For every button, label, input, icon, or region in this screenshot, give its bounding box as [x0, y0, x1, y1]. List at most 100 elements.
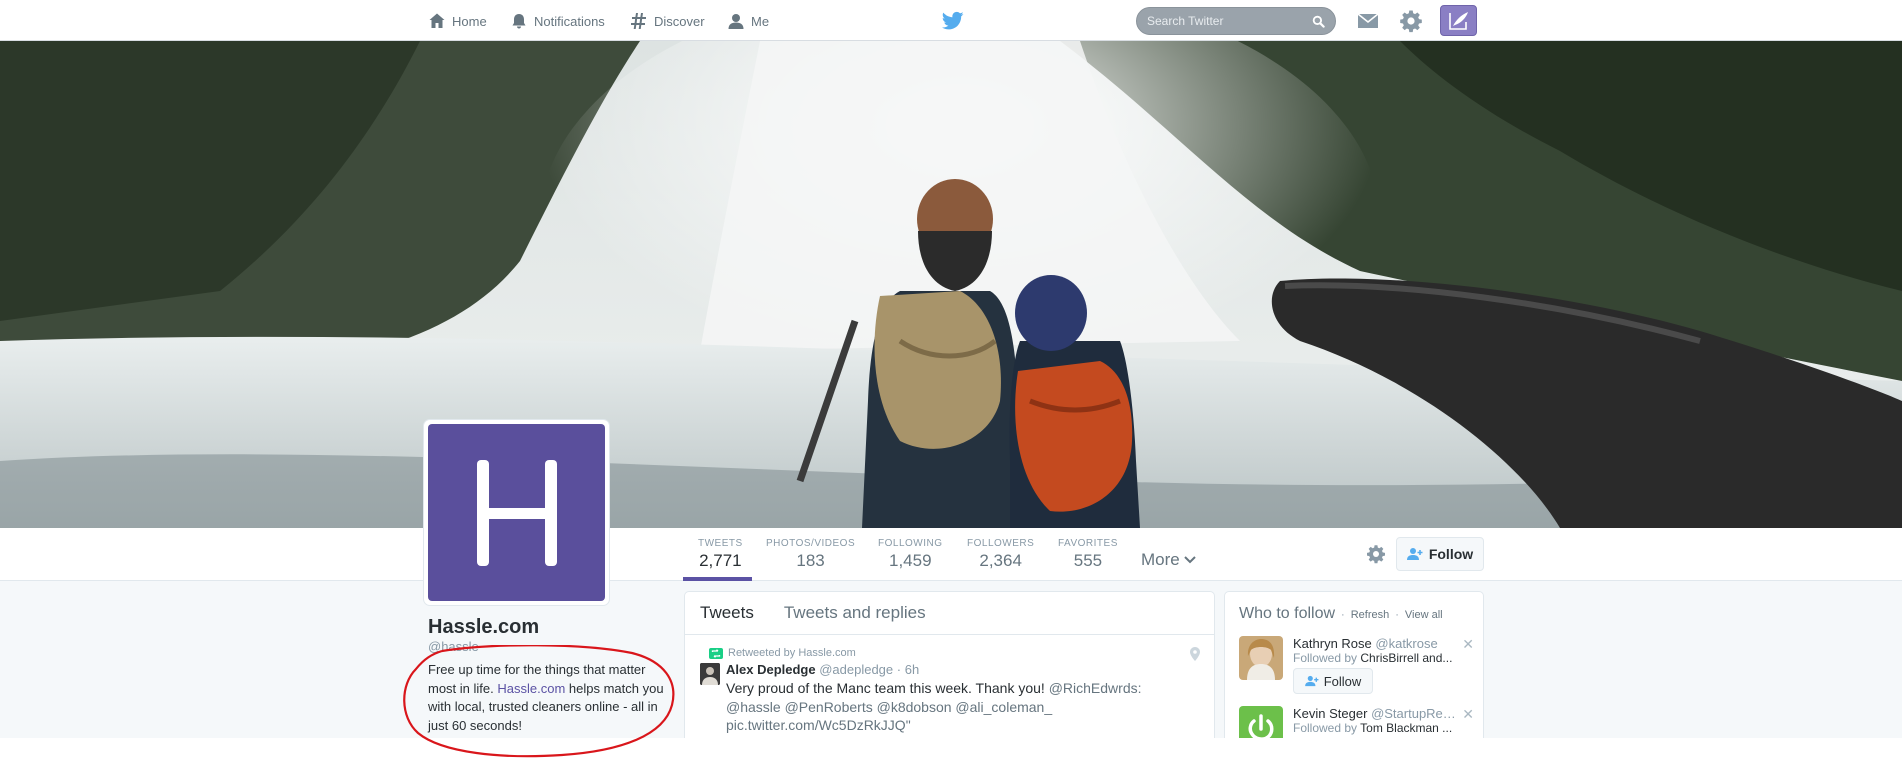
kathryn-photo-icon — [1239, 636, 1283, 680]
nav-home[interactable]: Home — [428, 10, 487, 32]
nav-discover[interactable]: Discover — [630, 10, 705, 32]
profile-bio: Free up time for the things that matter … — [428, 661, 668, 735]
nav-notifications[interactable]: Notifications — [510, 10, 605, 32]
timeline-tabs: Tweets Tweets and replies — [685, 592, 1214, 635]
power-button-logo-icon — [1239, 706, 1283, 738]
tweet-author-handle[interactable]: @adepledge — [819, 662, 893, 677]
waterfall-hikers-photo — [0, 41, 1902, 528]
followed-by-names[interactable]: Tom Blackman ... — [1360, 721, 1452, 735]
search-input[interactable] — [1147, 14, 1307, 28]
home-icon — [429, 13, 445, 28]
who-to-follow-separator-1: · — [1341, 609, 1345, 621]
stat-followers-value: 2,364 — [979, 551, 1022, 570]
twitter-bird-icon[interactable] — [942, 11, 964, 31]
suggestion-follow-button[interactable]: Follow — [1293, 668, 1373, 694]
nav-me[interactable]: Me — [727, 10, 769, 32]
more-dropdown[interactable]: More — [1141, 550, 1196, 570]
tweet-pic-link[interactable]: pic.twitter.com/Wc5DzRkJJQ" — [726, 717, 911, 733]
bio-link[interactable]: Hassle.com — [497, 681, 565, 696]
author-photo-icon — [700, 663, 720, 685]
follow-button[interactable]: Follow — [1396, 537, 1484, 571]
page-bottom-edge — [0, 738, 1902, 760]
suggestion-followed-by: Followed by ChrisBirrell and... — [1293, 651, 1458, 665]
dismiss-suggestion-icon[interactable]: ✕ — [1462, 706, 1474, 723]
tweet-text-line1: Very proud of the Manc team this week. T… — [726, 680, 1049, 696]
followed-by-names[interactable]: ChrisBirrell and... — [1360, 651, 1452, 665]
tweet-timestamp[interactable]: · 6h — [897, 662, 919, 677]
profile-name[interactable]: Hassle.com — [428, 616, 539, 639]
who-to-follow-separator-2: · — [1395, 609, 1399, 621]
suggestion-name: Kevin Steger @StartupRepo... — [1293, 706, 1458, 721]
gear-icon[interactable] — [1399, 9, 1423, 33]
follow-button-label: Follow — [1428, 546, 1474, 562]
tweets-timeline: Tweets Tweets and replies Retweeted by H… — [684, 591, 1215, 738]
search-box[interactable] — [1136, 7, 1336, 35]
compose-tweet-button[interactable] — [1440, 5, 1477, 36]
suggestion-avatar[interactable] — [1239, 636, 1283, 680]
tweet-mention-richedwrds[interactable]: @RichEdwrds: — [1049, 680, 1142, 696]
bell-icon — [512, 14, 526, 29]
suggestion-display-name[interactable]: Kathryn Rose — [1293, 636, 1372, 651]
suggestion-follow-label: Follow — [1323, 673, 1362, 689]
nav-notifications-label: Notifications — [534, 13, 605, 29]
hassle-logo — [428, 424, 605, 601]
hashtag-icon — [631, 13, 646, 29]
stat-tweets[interactable]: TWEETS 2,771 — [698, 538, 743, 571]
followed-by-prefix: Followed by — [1293, 721, 1361, 735]
stat-photos-videos-value: 183 — [796, 551, 825, 570]
search-icon[interactable] — [1312, 15, 1325, 28]
retweet-context: Retweeted by Hassle.com — [709, 647, 856, 659]
stat-tweets-value: 2,771 — [699, 551, 742, 570]
top-navigation-bar: Home Notifications Discover Me — [0, 0, 1902, 41]
location-pin-icon[interactable] — [1190, 647, 1200, 661]
view-all-link[interactable]: View all — [1405, 609, 1443, 621]
stat-followers-label: FOLLOWERS — [967, 538, 1035, 549]
nav-me-label: Me — [751, 13, 770, 29]
suggestion-followed-by: Followed by Tom Blackman ... — [1293, 721, 1458, 735]
suggestion-name: Kathryn Rose @katkrose — [1293, 636, 1458, 651]
profile-handle[interactable]: @hassle — [428, 639, 479, 654]
stat-favorites-label: FAVORITES — [1058, 538, 1118, 549]
nav-discover-label: Discover — [654, 13, 705, 29]
who-to-follow-module: Who to follow · Refresh · View all Kathr… — [1224, 591, 1484, 738]
stat-photos-videos[interactable]: PHOTOS/VIDEOS 183 — [766, 538, 855, 571]
profile-header-image — [0, 41, 1902, 528]
tweet-header: Alex Depledge @adepledge · 6h — [726, 662, 919, 677]
stat-following-label: FOLLOWING — [878, 538, 943, 549]
tweet-item[interactable]: Retweeted by Hassle.com Alex Depledge @a… — [685, 635, 1214, 738]
stat-following-value: 1,459 — [888, 551, 932, 570]
stat-followers[interactable]: FOLLOWERS 2,364 — [967, 538, 1034, 571]
suggestion-kathryn-rose: Kathryn Rose @katkrose Followed by Chris… — [1239, 636, 1474, 696]
suggestion-display-name[interactable]: Kevin Steger — [1293, 706, 1367, 721]
retweeted-by-text[interactable]: Retweeted by Hassle.com — [728, 647, 856, 659]
stat-favorites-value: 555 — [1073, 551, 1103, 570]
stat-favorites[interactable]: FAVORITES 555 — [1058, 538, 1118, 571]
more-label: More — [1141, 550, 1180, 569]
profile-avatar[interactable] — [424, 420, 609, 605]
stat-tweets-label: TWEETS — [698, 538, 743, 549]
tweet-mentions[interactable]: @hassle @PenRoberts @k8dobson @ali_colem… — [726, 699, 1052, 715]
who-to-follow-header: Who to follow · Refresh · View all — [1239, 605, 1443, 623]
follow-person-icon — [1304, 675, 1319, 687]
suggestion-avatar[interactable] — [1239, 706, 1283, 738]
refresh-link[interactable]: Refresh — [1351, 609, 1390, 621]
suggestion-handle[interactable]: @katkrose — [1375, 636, 1437, 651]
quill-icon — [1448, 11, 1468, 30]
dismiss-suggestion-icon[interactable]: ✕ — [1462, 636, 1474, 653]
tweet-author-avatar[interactable] — [700, 663, 720, 685]
suggestion-handle[interactable]: @StartupRepo... — [1371, 706, 1458, 721]
tweet-text: Very proud of the Manc team this week. T… — [726, 679, 1196, 735]
stat-following[interactable]: FOLLOWING 1,459 — [878, 538, 943, 571]
envelope-icon[interactable] — [1356, 9, 1380, 33]
avatar-letter-h — [476, 459, 557, 566]
profile-navigation: TWEETS 2,771 PHOTOS/VIDEOS 183 FOLLOWING… — [0, 528, 1902, 581]
person-icon — [728, 14, 744, 29]
tab-tweets[interactable]: Tweets — [700, 603, 754, 623]
who-to-follow-title: Who to follow — [1239, 605, 1336, 622]
tweet-author-name[interactable]: Alex Depledge — [726, 662, 816, 677]
retweet-icon — [709, 647, 723, 659]
tab-tweets-and-replies[interactable]: Tweets and replies — [784, 603, 926, 623]
stat-photos-videos-label: PHOTOS/VIDEOS — [766, 538, 856, 549]
chevron-down-icon — [1184, 556, 1196, 564]
profile-settings-gear-icon[interactable] — [1366, 544, 1386, 564]
